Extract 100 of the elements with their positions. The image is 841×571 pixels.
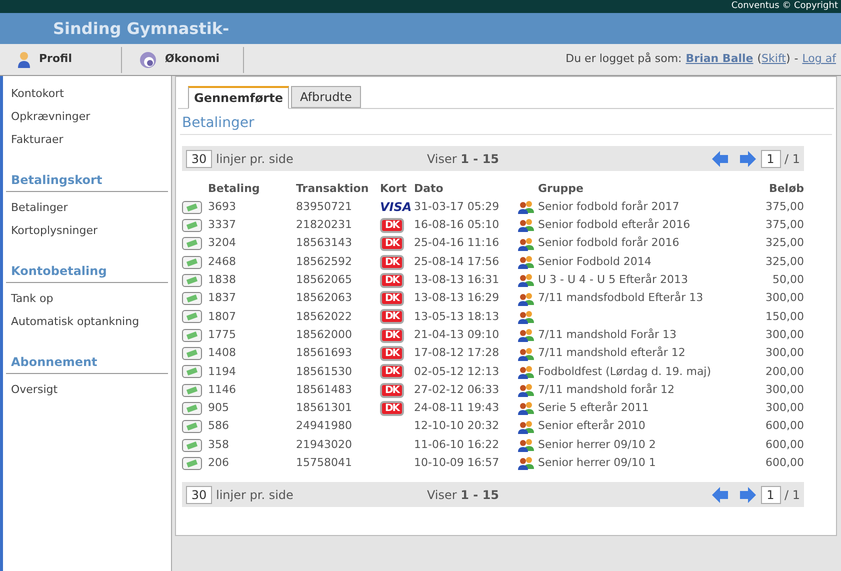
parenthesis-text: ( xyxy=(757,51,762,68)
table-cell-text: Senior herrer 09/10 1 xyxy=(538,455,656,472)
table-cell-text: Senior fodbold efterår 2016 xyxy=(538,217,690,234)
table-cell-text: 18561530 xyxy=(296,364,353,380)
table-cell-text: Senior herrer 09/10 2 xyxy=(538,436,656,453)
table-cell-text: 325,00 xyxy=(764,235,804,252)
table-cell-text: 18562063 xyxy=(296,290,353,306)
table-cell-text: 13-08-13 16:31 xyxy=(414,272,500,288)
site-title: Sinding Gymnastik- xyxy=(53,18,230,40)
sidebar-heading: Kontobetaling xyxy=(6,262,168,283)
group-icon xyxy=(518,310,534,324)
lines-per-page-field[interactable]: 30 xyxy=(186,150,212,168)
group-icon xyxy=(518,218,534,232)
sidebar-item[interactable]: Automatisk optankning xyxy=(3,310,171,333)
table-cell-text: 18561301 xyxy=(296,400,353,416)
receipt-button[interactable] xyxy=(182,328,202,342)
group-icon xyxy=(518,292,534,306)
receipt-button[interactable] xyxy=(182,365,202,378)
dankort-logo: DK xyxy=(380,218,404,233)
column-header: Beløb xyxy=(768,180,804,197)
previous-page-icon[interactable] xyxy=(710,150,728,168)
nav-tab[interactable]: Økonomi xyxy=(122,46,244,72)
login-text: Du er logget på som: xyxy=(566,51,682,68)
table-cell-text: 24941980 xyxy=(296,418,353,434)
group-icon xyxy=(518,438,534,452)
table-cell-text: 18562592 xyxy=(296,254,353,270)
table-cell-text: 1837 xyxy=(208,290,237,306)
group-icon xyxy=(518,328,534,342)
group-icon xyxy=(518,346,534,361)
lines-per-page-label: linjer pr. side xyxy=(216,150,294,168)
receipt-button[interactable] xyxy=(182,237,202,250)
receipt-button[interactable] xyxy=(182,292,202,306)
table-cell-text: U 3 - U 4 - U 5 Efterår 2013 xyxy=(538,272,688,288)
tab[interactable]: Afbrudte xyxy=(290,86,361,108)
section-title: Betalinger xyxy=(182,114,254,132)
table-cell-text: Senior fodbold forår 2017 xyxy=(538,198,680,215)
logout-link[interactable]: Log af xyxy=(802,51,836,68)
group-icon xyxy=(518,200,534,214)
column-header: Kort xyxy=(380,180,408,197)
sidebar-item[interactable]: Opkrævninger xyxy=(3,105,171,128)
page-total: / 1 xyxy=(784,150,800,168)
next-page-icon[interactable] xyxy=(738,486,756,504)
dankort-logo: DK xyxy=(380,346,404,362)
receipt-button[interactable] xyxy=(182,384,202,397)
table-cell-text: 300,00 xyxy=(764,326,804,343)
group-icon xyxy=(518,420,534,434)
table-cell-text: 25-08-14 17:56 xyxy=(414,254,500,270)
table-cell-text: 7/11 mandshold efterår 12 xyxy=(538,345,686,362)
parenthesis-text: ) xyxy=(786,51,790,68)
table-cell-text: 325,00 xyxy=(764,254,804,270)
table-cell-text: 600,00 xyxy=(764,436,804,453)
tab[interactable]: Gennemførte xyxy=(188,86,289,109)
sidebar-item[interactable]: Oversigt xyxy=(3,378,171,401)
table-cell-text: 3204 xyxy=(208,235,237,252)
table-cell-text: 206 xyxy=(208,455,230,472)
receipt-button[interactable] xyxy=(182,420,202,434)
dankort-logo: DK xyxy=(380,328,404,343)
sidebar-item[interactable]: Kortoplysninger xyxy=(3,219,171,242)
receipt-button[interactable] xyxy=(182,200,202,214)
table-cell-text: 17-08-12 17:28 xyxy=(414,345,500,362)
table-cell-text: 300,00 xyxy=(764,345,804,362)
table-cell-text: 300,00 xyxy=(764,382,804,398)
table-cell-text: 18562000 xyxy=(296,326,353,343)
receipt-button[interactable] xyxy=(182,310,202,324)
receipt-button[interactable] xyxy=(182,218,202,232)
sidebar-item[interactable]: Kontokort xyxy=(3,82,171,105)
previous-page-icon[interactable] xyxy=(710,486,728,504)
sidebar-item[interactable]: Fakturaer xyxy=(3,128,171,151)
column-header: Gruppe xyxy=(537,180,584,197)
nav-tab[interactable]: Profil xyxy=(0,46,122,72)
receipt-button[interactable] xyxy=(182,438,202,452)
receipt-button[interactable] xyxy=(182,274,202,287)
receipt-button[interactable] xyxy=(182,256,202,269)
table-cell-text: 300,00 xyxy=(764,290,804,306)
sidebar-item[interactable]: Betalinger xyxy=(3,196,171,219)
next-page-icon[interactable] xyxy=(738,150,756,168)
sidebar-heading: Abonnement xyxy=(6,353,168,374)
table-cell-text: 02-05-12 12:13 xyxy=(414,364,500,380)
dankort-logo: DK xyxy=(380,291,404,306)
page-field[interactable]: 1 xyxy=(760,486,780,504)
table-cell-text: 16-08-16 05:10 xyxy=(414,217,500,234)
dankort-logo: DK xyxy=(380,254,404,270)
group-icon xyxy=(518,255,534,270)
receipt-button[interactable] xyxy=(182,456,202,470)
table-cell-text: 1838 xyxy=(208,272,237,288)
lines-per-page-field[interactable]: 30 xyxy=(186,486,212,504)
switch-user-link[interactable]: Skift xyxy=(762,51,786,68)
receipt-button[interactable] xyxy=(182,402,202,415)
dankort-logo: DK xyxy=(380,400,404,416)
dankort-logo: DK xyxy=(380,236,404,252)
column-header: Betaling xyxy=(208,180,261,197)
copyright-text: Conventus © Copyright xyxy=(731,2,838,11)
visa-logo: VISA xyxy=(380,201,412,214)
sidebar-item[interactable]: Tank op xyxy=(3,287,171,310)
table-cell-text: 18561483 xyxy=(296,382,353,398)
page-field[interactable]: 1 xyxy=(760,150,780,168)
receipt-button[interactable] xyxy=(182,347,202,360)
table-cell-text: 7/11 mandshold Forår 13 xyxy=(538,326,677,343)
table-cell-text: 13-08-13 16:29 xyxy=(414,290,500,306)
user-link[interactable]: Brian Balle xyxy=(686,51,754,68)
